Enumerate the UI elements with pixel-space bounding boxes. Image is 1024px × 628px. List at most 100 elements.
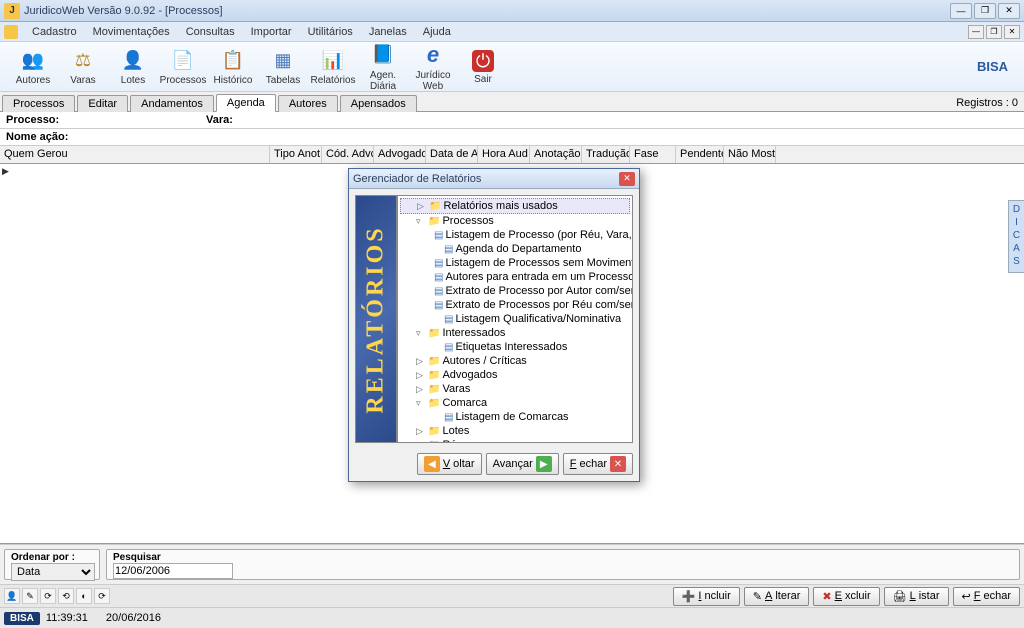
- col-quem-gerou[interactable]: Quem Gerou: [0, 146, 270, 163]
- menu-cadastro[interactable]: Cadastro: [24, 24, 85, 40]
- menu-importar[interactable]: Importar: [243, 24, 300, 40]
- processos-icon: 📄: [169, 47, 197, 73]
- tree-node[interactable]: ▷📁Autores / Críticas: [400, 354, 630, 368]
- tree-node[interactable]: ▷📁Relatórios mais usados: [400, 198, 630, 214]
- dialog-fechar-button[interactable]: Fechar✕: [563, 453, 633, 475]
- toolbar-sair[interactable]: ⏻Sair: [458, 48, 508, 85]
- tree-node[interactable]: ▤Extrato de Processo por Autor com/sem A…: [400, 284, 630, 298]
- avancar-button[interactable]: Avançar▶: [486, 453, 559, 475]
- alterar-button[interactable]: ✎Alterar: [744, 587, 810, 606]
- toolbar-relatorios[interactable]: 📊Relatórios: [308, 47, 358, 86]
- tree-node[interactable]: ▿📁Processos: [400, 214, 630, 228]
- tree-node[interactable]: ▤Agenda do Departamento: [400, 242, 630, 256]
- col-cod-advc[interactable]: Cód. Advc: [322, 146, 374, 163]
- tree-node-label: Listagem de Processo (por Réu, Vara, Adv…: [445, 229, 633, 241]
- banner-text: RELATÓRIOS: [363, 225, 390, 413]
- tree-node[interactable]: ▷📁Réus: [400, 438, 630, 443]
- dialog-close-icon[interactable]: ✕: [619, 172, 635, 186]
- mini-btn-3[interactable]: ⟳: [40, 588, 56, 604]
- expand-icon[interactable]: ▷: [416, 370, 426, 381]
- tab-agenda[interactable]: Agenda: [216, 94, 276, 112]
- minimize-button[interactable]: —: [950, 3, 972, 19]
- pesquisar-date-input[interactable]: [113, 563, 233, 579]
- tree-node[interactable]: ▤Listagem de Processos sem Movimentação: [400, 256, 630, 270]
- col-fase[interactable]: Fase: [630, 146, 676, 163]
- voltar-button[interactable]: ◀Voltar: [417, 453, 482, 475]
- folder-icon: 📁: [428, 216, 440, 227]
- expand-icon[interactable]: ▿: [416, 328, 426, 339]
- toolbar-lotes[interactable]: 👤Lotes: [108, 47, 158, 86]
- col-hora-aud[interactable]: Hora Aud: [478, 146, 530, 163]
- mini-btn-1[interactable]: 👤: [4, 588, 20, 604]
- mini-btn-2[interactable]: ✎: [22, 588, 38, 604]
- fechar-button[interactable]: ↩Fechar: [953, 587, 1020, 606]
- menu-janelas[interactable]: Janelas: [361, 24, 415, 40]
- tab-apensados[interactable]: Apensados: [340, 95, 417, 112]
- ie-icon: e: [419, 42, 447, 68]
- toolbar-agen-diaria[interactable]: 📘Agen. Diária: [358, 42, 408, 92]
- menu-movimentacoes[interactable]: Movimentações: [85, 24, 178, 40]
- excluir-button[interactable]: ✖Excluir: [813, 587, 879, 606]
- pesquisar-label: Pesquisar: [113, 552, 1013, 563]
- tab-editar[interactable]: Editar: [77, 95, 128, 112]
- mdi-close[interactable]: ✕: [1004, 25, 1020, 39]
- close-button[interactable]: ✕: [998, 3, 1020, 19]
- tab-autores[interactable]: Autores: [278, 95, 338, 112]
- menu-utilitarios[interactable]: Utilitários: [300, 24, 361, 40]
- toolbar-tabelas[interactable]: ▦Tabelas: [258, 47, 308, 86]
- ordenar-select[interactable]: Data: [11, 563, 95, 581]
- expand-icon[interactable]: ▿: [416, 216, 426, 227]
- tree-node-label: Interessados: [442, 327, 505, 339]
- tree-node-label: Listagem de Processos sem Movimentação: [445, 257, 633, 269]
- tree-node[interactable]: ▤Etiquetas Interessados: [400, 340, 630, 354]
- report-tree[interactable]: ▷📁Relatórios mais usados▿📁Processos▤List…: [397, 195, 633, 443]
- tree-node-label: Listagem Qualificativa/Nominativa: [455, 313, 621, 325]
- incluir-button[interactable]: ➕Incluir: [673, 587, 740, 606]
- col-tipo-anot[interactable]: Tipo Anot: [270, 146, 322, 163]
- maximize-button[interactable]: ❐: [974, 3, 996, 19]
- col-data-a[interactable]: Data de A: [426, 146, 478, 163]
- expand-icon[interactable]: ▷: [417, 201, 427, 212]
- expand-icon[interactable]: ▷: [416, 384, 426, 395]
- tab-processos[interactable]: Processos: [2, 95, 75, 112]
- expand-icon[interactable]: ▷: [416, 356, 426, 367]
- tree-node[interactable]: ▿📁Interessados: [400, 326, 630, 340]
- col-pendente[interactable]: Pendente: [676, 146, 724, 163]
- grid-header: Quem Gerou Tipo Anot Cód. Advc Advogado …: [0, 146, 1024, 164]
- tree-node[interactable]: ▤Listagem de Comarcas: [400, 410, 630, 424]
- expand-icon[interactable]: ▷: [416, 426, 426, 437]
- tree-node[interactable]: ▷📁Varas: [400, 382, 630, 396]
- mini-btn-6[interactable]: ⟳: [94, 588, 110, 604]
- tree-node[interactable]: ▤Autores para entrada em um Processo: [400, 270, 630, 284]
- menu-ajuda[interactable]: Ajuda: [415, 24, 459, 40]
- toolbar-varas[interactable]: ⚖Varas: [58, 47, 108, 86]
- tab-andamentos[interactable]: Andamentos: [130, 95, 214, 112]
- menu-consultas[interactable]: Consultas: [178, 24, 243, 40]
- tree-node[interactable]: ▷📁Lotes: [400, 424, 630, 438]
- toolbar-processos[interactable]: 📄Processos: [158, 47, 208, 86]
- dicas-tab[interactable]: DICAS: [1008, 200, 1024, 273]
- expand-icon[interactable]: ▷: [416, 440, 426, 444]
- mdi-restore[interactable]: ❐: [986, 25, 1002, 39]
- col-advogado[interactable]: Advogado: [374, 146, 426, 163]
- expand-icon[interactable]: ▿: [416, 398, 426, 409]
- bisa-logo: BISA: [4, 612, 40, 625]
- col-nao-mostr[interactable]: Não Mostr: [724, 146, 776, 163]
- toolbar-autores[interactable]: 👥Autores: [8, 47, 58, 86]
- col-traducao[interactable]: Tradução: [582, 146, 630, 163]
- tree-node[interactable]: ▷📁Advogados: [400, 368, 630, 382]
- mini-btn-5[interactable]: ◐: [76, 588, 92, 604]
- tree-node[interactable]: ▤Extrato de Processos por Réu com/sem Ag…: [400, 298, 630, 312]
- toolbar-historico[interactable]: 📋Histórico: [208, 47, 258, 86]
- tree-node[interactable]: ▿📁Comarca: [400, 396, 630, 410]
- col-anotacao[interactable]: Anotação: [530, 146, 582, 163]
- listar-button[interactable]: 🖨Listar: [884, 587, 949, 606]
- tabs-bar: Processos Editar Andamentos Agenda Autor…: [0, 92, 1024, 112]
- tree-node[interactable]: ▤Listagem de Processo (por Réu, Vara, Ad…: [400, 228, 630, 242]
- mini-btn-4[interactable]: ⟲: [58, 588, 74, 604]
- toolbar-juridico-web[interactable]: eJurídico Web: [408, 42, 458, 92]
- tree-node[interactable]: ▤Listagem Qualificativa/Nominativa: [400, 312, 630, 326]
- dialog-titlebar[interactable]: Gerenciador de Relatórios ✕: [349, 169, 639, 189]
- folder-icon: 📁: [428, 426, 440, 437]
- mdi-minimize[interactable]: —: [968, 25, 984, 39]
